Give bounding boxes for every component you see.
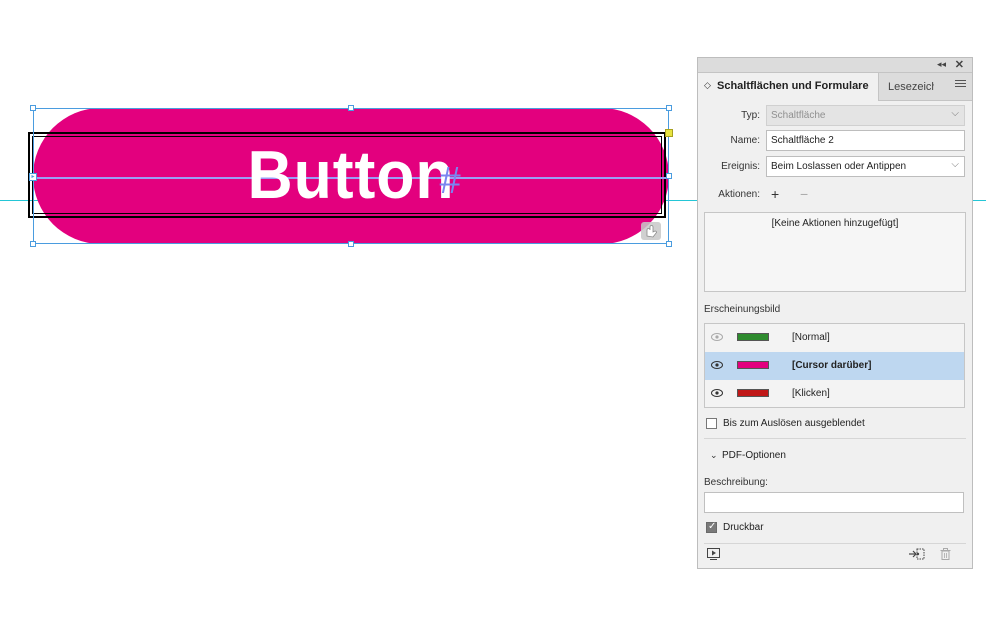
- panel-titlebar[interactable]: ◂◂ ✕: [698, 58, 972, 73]
- state-label: [Klicken]: [792, 388, 830, 399]
- hidden-until-triggered-label: Bis zum Auslösen ausgeblendet: [723, 418, 865, 429]
- footer-divider: [704, 543, 966, 544]
- resize-handle-bottom-left[interactable]: [30, 241, 36, 247]
- actions-list[interactable]: [Keine Aktionen hinzugefügt]: [704, 212, 966, 292]
- type-value: Schaltfläche: [771, 110, 826, 121]
- appearance-list: [Normal] [Cursor darüber] [Klicken]: [704, 323, 965, 408]
- preview-icon[interactable]: [707, 548, 720, 560]
- trash-icon[interactable]: [940, 548, 951, 560]
- appearance-state-rollover[interactable]: [Cursor darüber]: [705, 352, 964, 380]
- type-row: Typ: Schaltfläche ⌵: [698, 105, 974, 127]
- state-thumbnail: [737, 389, 769, 397]
- tab-buttons-forms-label: Schaltflächen und Formulare: [717, 80, 869, 92]
- resize-handle-bottom-right[interactable]: [666, 241, 672, 247]
- hidden-until-triggered-checkbox[interactable]: [706, 418, 717, 429]
- eye-icon[interactable]: [711, 389, 723, 397]
- state-label: [Cursor darüber]: [792, 360, 872, 371]
- event-label: Ereignis:: [721, 161, 760, 172]
- state-thumbnail: [737, 361, 769, 369]
- pdf-options-heading[interactable]: PDF-Optionen: [722, 450, 786, 461]
- actions-label: Aktionen:: [718, 189, 760, 200]
- corner-effect-handle[interactable]: [665, 129, 673, 137]
- resize-handle-top-center[interactable]: [348, 105, 354, 111]
- pdf-options-toggle-icon[interactable]: ⌄: [710, 450, 718, 461]
- canvas-button-object[interactable]: Button # ▸: [28, 105, 673, 247]
- appearance-heading: Erscheinungsbild: [704, 304, 781, 315]
- close-panel-icon[interactable]: ✕: [955, 58, 964, 71]
- panel-tab-row: ◇ Schaltflächen und Formulare Lesezeiche…: [698, 73, 972, 101]
- chevron-down-icon: ⌵: [951, 159, 959, 170]
- state-label: [Normal]: [792, 332, 830, 343]
- event-value: Beim Loslassen oder Antippen: [771, 161, 907, 172]
- actions-empty-text: [Keine Aktionen hinzugefügt]: [771, 218, 899, 229]
- name-row: Name: Schaltfläche 2: [698, 130, 974, 152]
- eye-icon[interactable]: [711, 361, 723, 369]
- remove-action-icon[interactable]: −: [800, 186, 808, 202]
- button-hand-icon: [641, 222, 661, 240]
- name-label: Name:: [730, 135, 760, 146]
- name-value: Schaltfläche 2: [771, 135, 834, 146]
- tab-buttons-forms[interactable]: ◇ Schaltflächen und Formulare: [698, 73, 879, 101]
- tab-expand-icon: ◇: [704, 80, 711, 90]
- resize-handle-top-right[interactable]: [666, 105, 672, 111]
- name-input[interactable]: Schaltfläche 2: [766, 130, 965, 151]
- overflow-marker: #: [439, 160, 461, 202]
- printable-label: Druckbar: [723, 522, 764, 533]
- description-label: Beschreibung:: [704, 477, 768, 488]
- in-port-icon[interactable]: ▸: [29, 173, 37, 181]
- type-label: Typ:: [741, 110, 760, 121]
- buttons-forms-panel: ◂◂ ✕ ◇ Schaltflächen und Formulare Lesez…: [697, 57, 973, 569]
- button-label-text[interactable]: Button: [58, 130, 643, 220]
- resize-handle-bottom-center[interactable]: [348, 241, 354, 247]
- appearance-state-click[interactable]: [Klicken]: [705, 380, 964, 408]
- event-row: Ereignis: Beim Loslassen oder Antippen ⌵: [698, 156, 974, 178]
- state-thumbnail: [737, 333, 769, 341]
- event-select[interactable]: Beim Loslassen oder Antippen ⌵: [766, 156, 965, 177]
- eye-icon[interactable]: [711, 333, 723, 341]
- add-action-icon[interactable]: +: [771, 186, 779, 202]
- section-divider: [704, 438, 966, 439]
- chevron-down-icon: ⌵: [951, 108, 959, 119]
- collapse-panel-icon[interactable]: ◂◂: [937, 59, 946, 70]
- resize-handle-middle-right[interactable]: [666, 173, 672, 179]
- type-select: Schaltfläche ⌵: [766, 105, 965, 126]
- panel-menu-icon[interactable]: [955, 80, 966, 89]
- appearance-state-normal[interactable]: [Normal]: [705, 324, 964, 352]
- printable-checkbox[interactable]: [706, 521, 717, 533]
- convert-to-object-icon[interactable]: [909, 548, 925, 560]
- actions-row: Aktionen: + −: [698, 184, 974, 206]
- resize-handle-top-left[interactable]: [30, 105, 36, 111]
- description-input[interactable]: [704, 492, 964, 513]
- tab-bookmarks[interactable]: Lesezeichen: [888, 81, 934, 93]
